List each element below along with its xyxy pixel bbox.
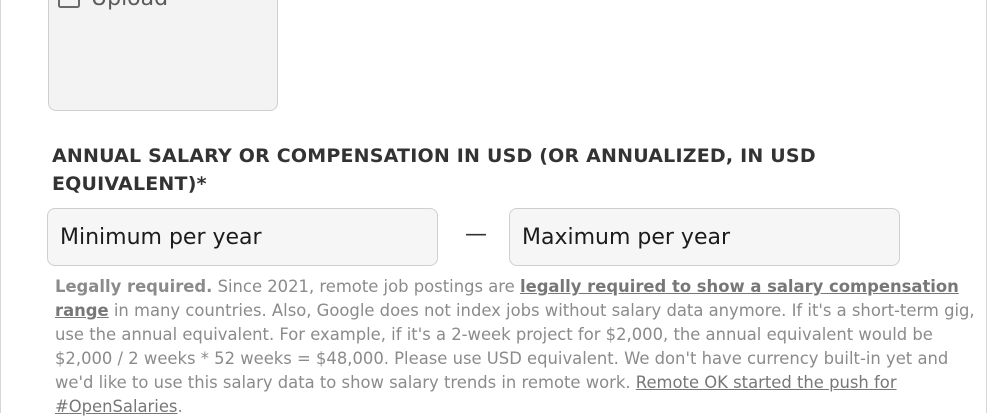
help-lead: Legally required.	[55, 277, 213, 296]
form-panel: Upload ANNUAL SALARY OR COMPENSATION IN …	[0, 0, 987, 416]
minimum-salary-input[interactable]	[47, 208, 438, 266]
help-text-1: Since 2021, remote job postings are	[212, 277, 520, 296]
upload-icon	[57, 0, 81, 9]
upload-dropzone[interactable]	[48, 0, 278, 111]
upload-button[interactable]: Upload	[57, 0, 168, 12]
help-text-3: .	[177, 397, 183, 416]
salary-field-label: ANNUAL SALARY OR COMPENSATION IN USD (OR…	[52, 145, 816, 195]
maximum-salary-input[interactable]	[509, 208, 900, 266]
range-separator: —	[465, 222, 487, 247]
upload-label: Upload	[91, 0, 168, 12]
salary-help-text: Legally required. Since 2021, remote job…	[55, 275, 980, 419]
